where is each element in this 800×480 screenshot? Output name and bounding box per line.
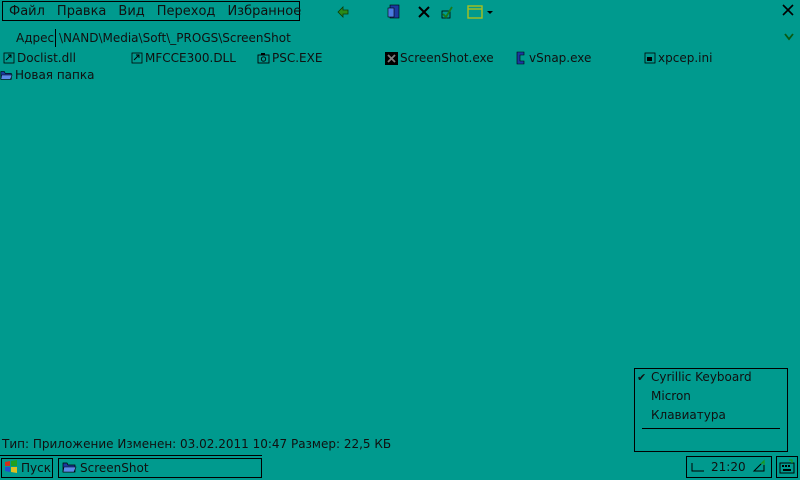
menu-edit[interactable]: Правка	[51, 4, 112, 19]
checkmark-icon[interactable]	[438, 3, 456, 21]
address-input[interactable]: \NAND\Media\Soft\_PROGS\ScreenShot	[55, 29, 785, 47]
clock: 21:20	[711, 460, 746, 474]
status-divider	[0, 455, 262, 456]
folder-icon	[62, 461, 77, 476]
menu-bar: Файл Правка Вид Переход Избранное	[2, 1, 301, 21]
back-icon[interactable]	[334, 3, 352, 21]
input-indicator-icon	[691, 460, 705, 475]
address-label: Адрес	[16, 31, 55, 45]
keyboard-icon[interactable]	[776, 456, 798, 478]
file-name: MFCCE300.DLL	[145, 51, 236, 65]
screenshot-app-icon	[385, 51, 398, 65]
menu-go[interactable]: Переход	[151, 4, 222, 19]
file-name: vSnap.exe	[529, 51, 592, 65]
task-label: ScreenShot	[80, 461, 149, 475]
menu-favorites[interactable]: Избранное	[221, 4, 307, 19]
file-item[interactable]: xpcep.ini	[643, 50, 712, 66]
settings-file-icon	[643, 52, 656, 65]
menu-item-micron[interactable]: Micron	[637, 389, 691, 403]
menu-view[interactable]: Вид	[112, 4, 150, 19]
start-button[interactable]: Пуск	[1, 458, 53, 478]
file-item[interactable]: PSC.EXE	[257, 50, 322, 66]
file-item[interactable]: Doclist.dll	[2, 50, 76, 66]
file-item[interactable]: ScreenShot.exe	[385, 50, 494, 66]
file-name: xpcep.ini	[658, 51, 713, 65]
folder-name: Новая папка	[15, 68, 95, 82]
camera-icon	[257, 52, 270, 65]
dll-file-icon	[2, 52, 15, 65]
close-icon[interactable]	[782, 2, 794, 20]
file-name: ScreenShot.exe	[400, 51, 494, 65]
delete-icon[interactable]	[415, 3, 433, 21]
input-method-menu: ✔ Cyrillic Keyboard Micron Клавиатура	[634, 368, 788, 452]
dll-file-icon	[130, 52, 143, 65]
file-item[interactable]: MFCCE300.DLL	[130, 50, 236, 66]
folder-item[interactable]: Новая папка	[0, 67, 94, 83]
menu-item-cyrillic-keyboard[interactable]: ✔ Cyrillic Keyboard	[637, 370, 752, 384]
start-label: Пуск	[21, 461, 51, 475]
properties-icon[interactable]	[385, 3, 403, 21]
vsnap-app-icon	[514, 51, 527, 65]
folder-icon	[0, 69, 13, 82]
taskbar-window-screenshot[interactable]: ScreenShot	[58, 458, 262, 478]
windows-flag-icon	[4, 460, 18, 476]
view-mode-icon[interactable]	[466, 3, 496, 21]
signal-icon	[752, 459, 766, 476]
status-text: Тип: Приложение Изменен: 03.02.2011 10:4…	[2, 437, 392, 451]
check-icon: ✔	[637, 370, 647, 384]
menu-item-keyboard[interactable]: Клавиатура	[637, 408, 726, 422]
file-item[interactable]: vSnap.exe	[514, 50, 591, 66]
system-tray[interactable]: 21:20	[686, 456, 772, 478]
file-name: Doclist.dll	[17, 51, 76, 65]
chevron-down-icon[interactable]	[784, 30, 794, 44]
menu-file[interactable]: Файл	[3, 4, 51, 19]
menu-separator	[642, 428, 780, 429]
file-name: PSC.EXE	[272, 51, 323, 65]
